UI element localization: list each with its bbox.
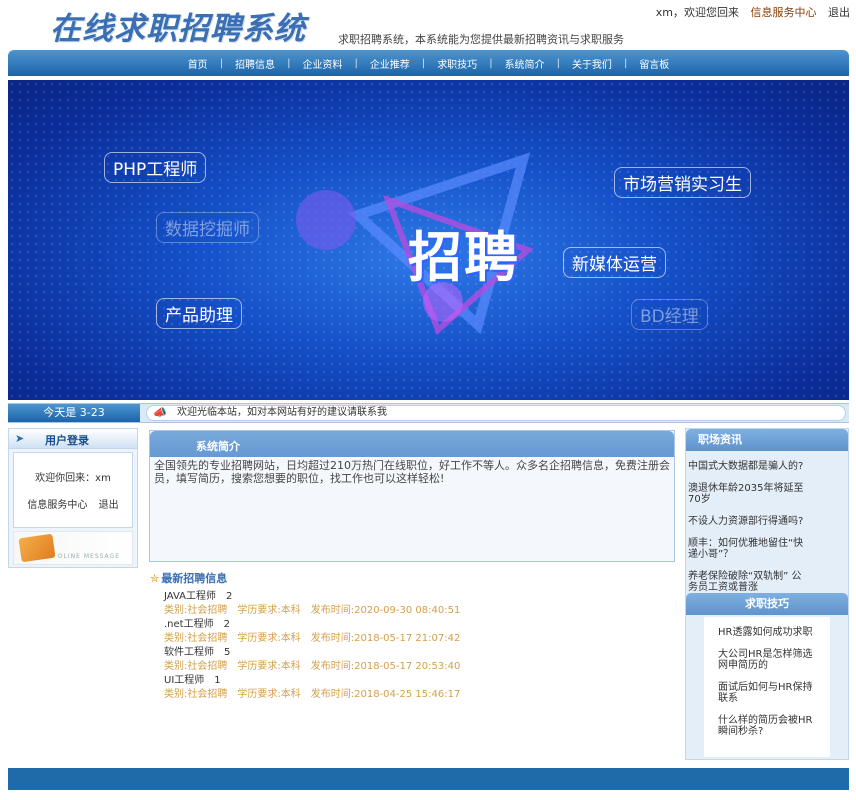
system-intro-panel: 系统简介 全国领先的专业招聘网站，日均超过210万热门在线职位，好工作不等人。众… bbox=[149, 430, 675, 562]
nav-item-home[interactable]: 首页 bbox=[176, 56, 220, 71]
message-icon bbox=[18, 534, 55, 562]
job-time: 发布时间:2018-04-25 15:46:17 bbox=[311, 689, 461, 700]
tip-link[interactable]: 面试后如何与HR保持联系 bbox=[718, 682, 820, 704]
banner-tag: 新媒体运营 bbox=[563, 247, 666, 278]
job-time: 发布时间:2018-05-17 20:53:40 bbox=[311, 661, 461, 672]
job-time: 发布时间:2020-09-30 08:40:51 bbox=[311, 605, 461, 616]
login-box: 欢迎你回来：xm 信息服务中心 退出 bbox=[13, 452, 133, 528]
arrow-right-icon: ➤ bbox=[15, 432, 24, 445]
tips-header: 求职技巧 bbox=[686, 593, 848, 615]
marquee-text: 求职招聘系统，本系统能为您提供最新招聘资讯与求职服务 bbox=[338, 31, 628, 47]
job-count: 2 bbox=[224, 619, 230, 630]
info-bar: 今天是 3-23 📣 欢迎光临本站，如对本网站有好的建议请联系我 bbox=[8, 403, 849, 423]
job-category: 类别:社会招聘 bbox=[164, 689, 227, 700]
welcome-text: 欢迎你回来：xm bbox=[14, 469, 132, 484]
logout-link[interactable]: 退出 bbox=[99, 500, 119, 511]
nav-item-featured[interactable]: 企业推荐 bbox=[358, 56, 422, 71]
job-title-link[interactable]: .net工程师 bbox=[164, 619, 214, 630]
banner-tag: BD经理 bbox=[631, 299, 708, 330]
image-caption: OLINE MESSAGE bbox=[58, 553, 120, 560]
notice-banner: 📣 欢迎光临本站，如对本网站有好的建议请联系我 bbox=[146, 405, 846, 421]
latest-jobs-title: ✮最新招聘信息 bbox=[150, 570, 227, 586]
tip-link[interactable]: HR透露如何成功求职 bbox=[718, 627, 820, 638]
panel-header: ➤ 用户登录 bbox=[9, 429, 137, 449]
news-link[interactable]: 不设人力资源部行得通吗? bbox=[688, 516, 808, 527]
news-link[interactable]: 中国式大数据都是骗人的? bbox=[688, 461, 808, 472]
online-message-image[interactable]: OLINE MESSAGE bbox=[13, 531, 133, 565]
user-login-panel: ➤ 用户登录 欢迎你回来：xm 信息服务中心 退出 OLINE MESSAGE bbox=[8, 428, 138, 568]
banner-tag: 产品助理 bbox=[156, 298, 242, 329]
job-count: 5 bbox=[224, 647, 230, 658]
date-display: 今天是 3-23 bbox=[8, 404, 140, 422]
news-link[interactable]: 养老保险破除“双轨制” 公务员工资或普涨 bbox=[688, 571, 808, 593]
nav-item-intro[interactable]: 系统简介 bbox=[493, 56, 557, 71]
nav-item-jobs[interactable]: 招聘信息 bbox=[223, 56, 287, 71]
job-education: 学历要求:本科 bbox=[237, 661, 300, 672]
banner-title: 招聘 bbox=[408, 213, 520, 292]
nav-item-tips[interactable]: 求职技巧 bbox=[425, 56, 489, 71]
nav-item-guestbook[interactable]: 留言板 bbox=[627, 56, 681, 71]
list-item: 软件工程师 5 类别:社会招聘学历要求:本科发布时间:2018-05-17 20:… bbox=[164, 646, 644, 674]
footer-bar bbox=[8, 768, 849, 790]
main-nav: 首页 | 招聘信息 | 企业资料 | 企业推荐 | 求职技巧 | 系统简介 | … bbox=[8, 50, 849, 76]
news-link[interactable]: 顺丰：如何优雅地留住“快递小哥”？ bbox=[688, 538, 808, 560]
user-greeting: xm，欢迎您回来 bbox=[656, 6, 739, 19]
job-category: 类别:社会招聘 bbox=[164, 605, 227, 616]
tips-list: HR透露如何成功求职 大公司HR是怎样筛选网申简历的 面试后如何与HR保持联系 … bbox=[704, 617, 830, 757]
user-area: xm，欢迎您回来 信息服务中心 退出 bbox=[648, 4, 850, 20]
logout-link[interactable]: 退出 bbox=[828, 6, 850, 19]
job-title-link[interactable]: UI工程师 bbox=[164, 675, 204, 686]
tip-link[interactable]: 什么样的简历会被HR瞬间秒杀? bbox=[718, 715, 820, 737]
panel-header: 系统简介 bbox=[150, 431, 674, 457]
megaphone-icon: 📣 bbox=[153, 406, 167, 420]
hero-banner[interactable]: PHP工程师 数据挖掘师 产品助理 市场营销实习生 新媒体运营 BD经理 招聘 bbox=[8, 80, 849, 400]
job-category: 类别:社会招聘 bbox=[164, 633, 227, 644]
banner-tag: 数据挖掘师 bbox=[156, 212, 259, 243]
job-title-link[interactable]: 软件工程师 bbox=[164, 647, 214, 658]
right-sidebar: 职场资讯 中国式大数据都是骗人的? 澳退休年龄2035年将延至70岁 不设人力资… bbox=[685, 428, 849, 760]
list-item: .net工程师 2 类别:社会招聘学历要求:本科发布时间:2018-05-17 2… bbox=[164, 618, 644, 646]
intro-text: 全国领先的专业招聘网站，日均超过210万热门在线职位，好工作不等人。众多名企招聘… bbox=[150, 457, 674, 487]
list-item: UI工程师 1 类别:社会招聘学历要求:本科发布时间:2018-04-25 15:… bbox=[164, 674, 644, 702]
job-title-link[interactable]: JAVA工程师 bbox=[164, 591, 216, 602]
job-category: 类别:社会招聘 bbox=[164, 661, 227, 672]
news-link[interactable]: 澳退休年龄2035年将延至70岁 bbox=[688, 483, 808, 505]
panel-title: 用户登录 bbox=[45, 432, 89, 448]
star-icon: ✮ bbox=[150, 572, 159, 585]
user-center-link[interactable]: 信息服务中心 bbox=[27, 500, 87, 511]
notice-text: 欢迎光临本站，如对本网站有好的建议请联系我 bbox=[177, 407, 387, 418]
nav-item-companies[interactable]: 企业资料 bbox=[290, 56, 354, 71]
job-list: JAVA工程师2 类别:社会招聘学历要求:本科发布时间:2020-09-30 0… bbox=[164, 590, 644, 702]
job-time: 发布时间:2018-05-17 21:07:42 bbox=[311, 633, 461, 644]
nav-item-about[interactable]: 关于我们 bbox=[560, 56, 624, 71]
job-education: 学历要求:本科 bbox=[237, 689, 300, 700]
list-item: JAVA工程师 2 类别:社会招聘学历要求:本科发布时间:2020-09-30 0… bbox=[164, 590, 644, 618]
news-header: 职场资讯 bbox=[686, 429, 848, 451]
job-education: 学历要求:本科 bbox=[237, 605, 300, 616]
job-count: 2 bbox=[226, 591, 232, 602]
job-count: 1 bbox=[214, 675, 220, 686]
banner-tag: PHP工程师 bbox=[104, 152, 206, 183]
header: 在线求职招聘系统 求职招聘系统，本系统能为您提供最新招聘资讯与求职服务 xm，欢… bbox=[0, 0, 856, 48]
news-list: 中国式大数据都是骗人的? 澳退休年龄2035年将延至70岁 不设人力资源部行得通… bbox=[686, 451, 848, 593]
user-center-link[interactable]: 信息服务中心 bbox=[751, 6, 817, 19]
banner-tag: 市场营销实习生 bbox=[614, 167, 751, 198]
site-logo[interactable]: 在线求职招聘系统 bbox=[50, 3, 306, 48]
section-title: 最新招聘信息 bbox=[161, 572, 227, 585]
tip-link[interactable]: 大公司HR是怎样筛选网申简历的 bbox=[718, 649, 820, 671]
job-education: 学历要求:本科 bbox=[237, 633, 300, 644]
panel-title: 系统简介 bbox=[196, 438, 240, 454]
